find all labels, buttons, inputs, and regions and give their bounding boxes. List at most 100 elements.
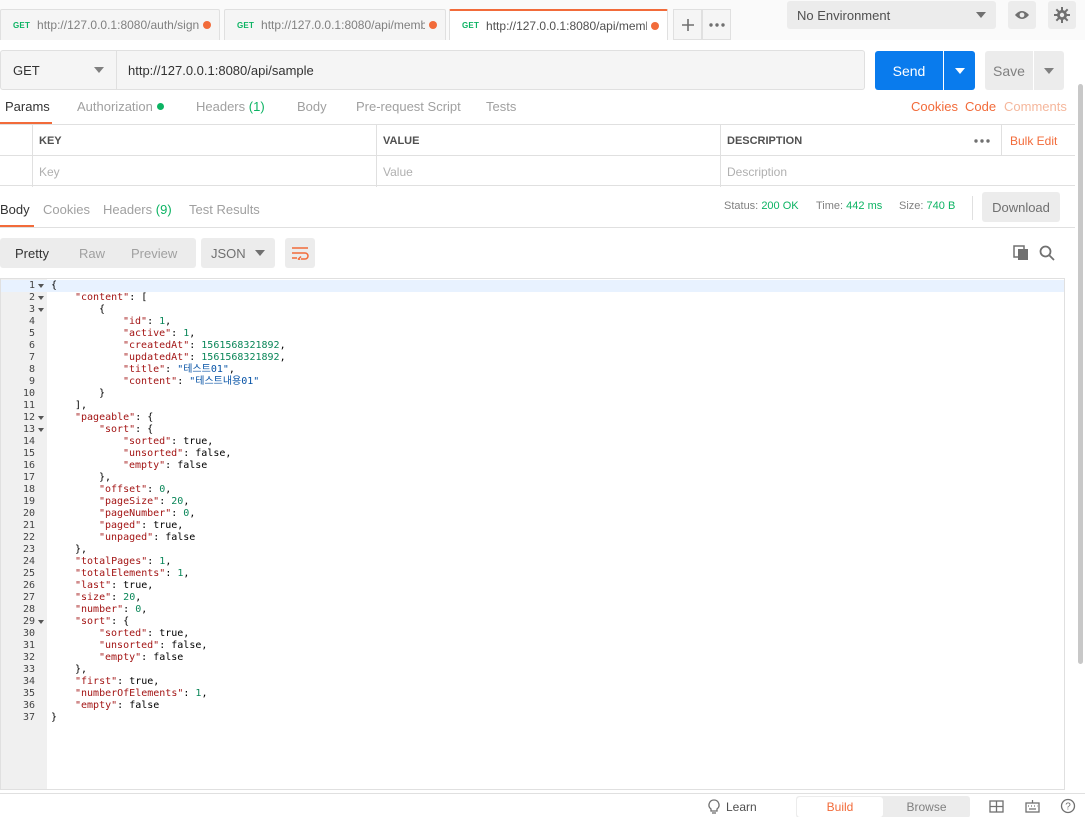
code-token: "sort" (99, 424, 136, 435)
code-token: : (147, 556, 160, 567)
code-link[interactable]: Code (965, 99, 996, 114)
tab-pre-request-script[interactable]: Pre-request Script (356, 99, 461, 114)
request-tab-1[interactable]: GET http://127.0.0.1:8080/auth/signin (0, 9, 220, 40)
line-number: 36 (22, 700, 35, 711)
code-text: "sort": { (99, 424, 153, 436)
raw-button[interactable]: Raw (79, 238, 105, 268)
code-token: : false, (183, 448, 232, 459)
pretty-button[interactable]: Pretty (15, 238, 49, 268)
tab-options-button[interactable] (702, 9, 731, 40)
line-number: 5 (28, 328, 35, 339)
fold-toggle-icon[interactable] (38, 308, 44, 312)
learn-label: Learn (726, 800, 757, 814)
manage-environments-button[interactable] (1048, 1, 1076, 29)
new-tab-button[interactable] (673, 9, 702, 40)
fold-toggle-icon[interactable] (38, 284, 44, 288)
method-label: GET (13, 62, 40, 78)
save-button[interactable]: Save (985, 51, 1033, 90)
code-token: "테스트01" (177, 364, 229, 375)
tab-authorization[interactable]: Authorization (77, 99, 164, 114)
time-value: 442 ms (846, 200, 883, 212)
environment-select[interactable]: No Environment (787, 1, 996, 29)
code-line: 28 "number": 0, (1, 604, 1064, 616)
code-token: "size" (75, 592, 112, 603)
code-token: , (279, 352, 286, 363)
response-body-editor[interactable]: 1{2 "content": [3{4 "id": 1, 5 "active": 1, 6… (0, 278, 1065, 790)
plus-icon (681, 18, 694, 31)
download-button[interactable]: Download (982, 192, 1060, 222)
search-button[interactable] (1038, 244, 1056, 262)
response-status: Status: 200 OK (724, 200, 799, 212)
status-dot-icon (156, 103, 164, 110)
two-pane-icon (988, 799, 1004, 813)
help-button[interactable]: ? (1060, 798, 1076, 814)
code-token: "pageable" (75, 412, 136, 423)
code-token: , (141, 604, 148, 615)
line-number: 19 (22, 496, 35, 507)
environment-quick-look-button[interactable] (1008, 1, 1036, 29)
line-number: 34 (22, 676, 35, 687)
tab-url: http://127.0.0.1:8080/api/member (486, 18, 647, 33)
code-line: 32 "empty": false (1, 652, 1064, 664)
chevron-down-icon (1044, 67, 1054, 74)
fold-toggle-icon[interactable] (38, 416, 44, 420)
tab-headers[interactable]: Headers (1) (196, 99, 265, 114)
code-line: 25 "totalElements": 1, (1, 568, 1064, 580)
send-button[interactable]: Send (875, 51, 943, 90)
learn-button[interactable]: Learn (708, 799, 757, 815)
two-pane-view-button[interactable] (988, 798, 1004, 814)
line-number: 29 (22, 616, 35, 627)
request-tab-bar: GET http://127.0.0.1:8080/auth/signin GE… (0, 0, 1085, 40)
code-token: : (189, 352, 202, 363)
send-options-button[interactable] (944, 51, 975, 90)
code-token: }, (99, 472, 112, 483)
response-tab-body[interactable]: Body (0, 202, 30, 217)
keyboard-shortcuts-button[interactable] (1024, 798, 1040, 814)
method-select[interactable]: GET (0, 50, 117, 90)
fold-toggle-icon[interactable] (38, 428, 44, 432)
code-token: : true, (117, 676, 160, 687)
code-token: "content" (75, 292, 130, 303)
tab-body[interactable]: Body (297, 99, 327, 114)
comments-link[interactable]: Comments (1004, 99, 1067, 114)
response-tab-headers[interactable]: Headers (9) (103, 202, 172, 217)
description-column-header: DESCRIPTION (720, 125, 965, 156)
request-tab-2[interactable]: GET http://127.0.0.1:8080/api/member (224, 9, 446, 40)
url-input[interactable] (117, 50, 865, 90)
key-input[interactable]: Key (32, 156, 376, 187)
tab-tests[interactable]: Tests (486, 99, 516, 114)
code-text: "unsorted": false, (123, 448, 231, 460)
unsaved-dot-icon (651, 21, 659, 30)
preview-button[interactable]: Preview (131, 238, 177, 268)
save-options-button[interactable] (1034, 51, 1064, 90)
value-input[interactable]: Value (376, 156, 720, 187)
response-tabs: Body Cookies Headers (9) Test Results St… (0, 190, 1075, 228)
code-text: "empty": false (99, 652, 183, 664)
response-tab-test-results[interactable]: Test Results (189, 202, 260, 217)
response-tab-cookies[interactable]: Cookies (43, 202, 90, 217)
wrap-lines-button[interactable] (285, 238, 315, 268)
line-number: 17 (22, 472, 35, 483)
copy-button[interactable] (1012, 244, 1030, 262)
bulk-edit-link[interactable]: Bulk Edit (1001, 125, 1075, 156)
fold-toggle-icon[interactable] (38, 296, 44, 300)
code-token: "updatedAt" (123, 352, 190, 363)
response-headers-count: (9) (155, 202, 172, 217)
mode-switch: Build Browse (796, 796, 970, 817)
vertical-scrollbar[interactable] (1078, 84, 1083, 664)
code-text: "totalPages": 1, (75, 556, 171, 568)
fold-toggle-icon[interactable] (38, 620, 44, 624)
code-text: "createdAt": 1561568321892, (123, 340, 286, 352)
column-options-button[interactable] (965, 125, 999, 156)
line-number: 27 (22, 592, 35, 603)
gear-icon (1054, 7, 1070, 23)
request-tab-3[interactable]: GET http://127.0.0.1:8080/api/member (449, 9, 668, 40)
code-text: "empty": false (123, 460, 207, 472)
format-select[interactable]: JSON (201, 238, 275, 268)
description-input[interactable]: Description (720, 156, 1075, 187)
build-mode-button[interactable]: Build (797, 797, 883, 817)
line-number: 8 (28, 364, 35, 375)
cookies-link[interactable]: Cookies (911, 99, 958, 114)
browse-mode-button[interactable]: Browse (884, 797, 969, 817)
tab-params[interactable]: Params (5, 99, 50, 114)
